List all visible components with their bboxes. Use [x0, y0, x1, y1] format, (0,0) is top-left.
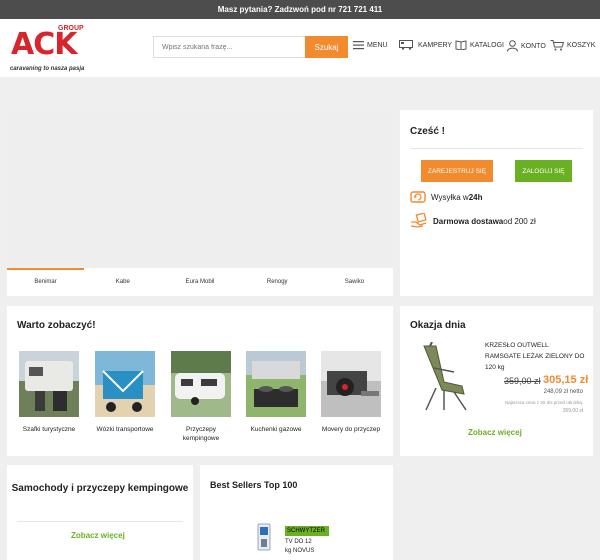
- hero-banner[interactable]: [7, 110, 393, 268]
- nav-konto-label: KONTO: [521, 42, 546, 50]
- category-tile[interactable]: Movery do przyczep: [320, 351, 382, 434]
- cabinet-photo: [19, 351, 79, 417]
- product-line: TV DO 12: [285, 539, 312, 545]
- chair-product-image[interactable]: [414, 342, 472, 412]
- search-form: Szukaj: [153, 36, 348, 58]
- nav-konto[interactable]: KONTO: [507, 40, 546, 52]
- account-card: Cześć ! ZAREJESTRUJ SIĘ ZALOGUJ SIĘ Wysy…: [400, 110, 593, 296]
- old-price: 359,00 zł: [504, 376, 541, 386]
- new-price: 305,15 zł: [543, 374, 589, 386]
- deal-see-more-link[interactable]: Zobacz więcej: [468, 428, 522, 437]
- deal-of-the-day: Okazja dnia KRZESŁO OUTWELL RAMSGATE LEŻ…: [400, 306, 593, 456]
- register-button[interactable]: ZAREJESTRUJ SIĘ: [421, 160, 493, 182]
- brand-tab-sawiko[interactable]: Sawiko: [316, 268, 393, 296]
- section-title: Samochody i przyczepy kempingowe: [11, 483, 189, 494]
- top-info-bar: Masz pytania? Zadzwoń pod nr 721 721 411: [0, 0, 600, 19]
- category-tile[interactable]: Wózki transportowe: [94, 351, 156, 434]
- brand-tab-eura-mobil[interactable]: Eura Mobil: [161, 268, 238, 296]
- free-delivery-bold: Darmowa dostawa: [433, 216, 504, 226]
- brand-tab-benimar[interactable]: Benimar: [7, 268, 85, 296]
- divider: [410, 148, 583, 149]
- category-label: Kuchenki gazowe: [250, 426, 302, 433]
- brand-badge: SCHWYTZER: [285, 526, 329, 536]
- section-title: Okazja dnia: [410, 320, 466, 331]
- free-delivery-info: Darmowa dostawa od 200 zł: [410, 213, 536, 229]
- nav-menu-label: MENU: [367, 41, 388, 49]
- brand-tabs: Benimar Kabe Eura Mobil Renogy Sawiko: [7, 268, 393, 296]
- stove-photo: [246, 351, 306, 417]
- category-tile[interactable]: Przyczepy kempingowe: [170, 351, 232, 443]
- shipping-box-icon: [410, 191, 426, 203]
- section-title: Best Sellers Top 100: [210, 480, 298, 490]
- nav-katalogi[interactable]: KATALOGI: [455, 40, 504, 50]
- nav-menu[interactable]: MENU: [353, 40, 388, 50]
- brand-tab-renogy[interactable]: Renogy: [239, 268, 316, 296]
- category-tile[interactable]: Szafki turystyczne: [18, 351, 80, 434]
- category-tile[interactable]: Kuchenki gazowe: [245, 351, 307, 434]
- logo-tagline: caravaning to nasza pasja: [10, 66, 85, 72]
- site-header: GROUP ACK caravaning to nasza pasja Szuk…: [0, 19, 600, 77]
- category-label: Przyczepy kempingowe: [182, 426, 220, 442]
- product-name[interactable]: KRZESŁO OUTWELL RAMSGATE LEŻAK ZIELONY D…: [485, 340, 585, 373]
- brand-tab-kabe[interactable]: Kabe: [84, 268, 161, 296]
- lowest-price-note: Najniższa cena z 30 dni przed obniżką:: [504, 400, 583, 405]
- cart-icon: [550, 40, 564, 51]
- logo[interactable]: GROUP ACK caravaning to nasza pasja: [10, 23, 85, 75]
- caravan-photo: [171, 351, 231, 417]
- nav-koszyk-label: KOSZYK: [567, 42, 596, 49]
- search-button[interactable]: Szukaj: [305, 36, 348, 58]
- nav-kampery[interactable]: KAMPERY: [399, 40, 452, 50]
- category-label: Szafki turystyczne: [22, 426, 76, 433]
- login-button[interactable]: ZALOGUJ SIĘ: [515, 160, 572, 182]
- vehicles-see-more-link[interactable]: Zobacz więcej: [71, 531, 125, 540]
- shipping-text: Wysyłka w: [431, 192, 469, 202]
- lowest-price-value: 359,00 zł: [562, 408, 583, 414]
- package-hand-icon: [410, 213, 427, 228]
- free-delivery-rest: od 200 zł: [503, 216, 536, 226]
- tv-mount-product-image[interactable]: [256, 523, 272, 551]
- divider: [17, 521, 183, 522]
- vehicles-card: Samochody i przyczepy kempingowe Zobacz …: [7, 465, 193, 560]
- category-label: Movery do przyczep: [321, 426, 381, 433]
- nav-kampery-label: KAMPERY: [418, 41, 453, 49]
- mover-photo: [321, 351, 381, 417]
- contact-text: Masz pytania? Zadzwoń pod nr 721 721 411: [217, 5, 383, 14]
- shipping-info: Wysyłka w 24h: [410, 190, 483, 204]
- catalog-icon: [455, 40, 467, 50]
- user-icon: [507, 40, 518, 52]
- bestseller-product-name[interactable]: TV DO 12 kg NOVUS: [285, 538, 314, 556]
- greeting-title: Cześć !: [410, 126, 446, 137]
- netto-price: 248,09 zł netto: [543, 389, 583, 395]
- logo-brand-text: ACK: [11, 27, 77, 62]
- search-input[interactable]: [153, 36, 305, 58]
- camper-icon: [399, 40, 413, 50]
- nav-katalogi-label: KATALOGI: [470, 41, 504, 49]
- hamburger-icon: [353, 41, 364, 50]
- trolley-photo: [95, 351, 155, 417]
- section-title: Warto zobaczyć!: [17, 320, 96, 331]
- featured-categories: Warto zobaczyć! Szafki turystyczne Wózki…: [7, 306, 393, 456]
- nav-koszyk[interactable]: KOSZYK: [550, 40, 595, 51]
- shipping-time: 24h: [468, 192, 483, 202]
- category-label: Wózki transportowe: [96, 426, 154, 433]
- product-line: kg NOVUS: [285, 548, 315, 554]
